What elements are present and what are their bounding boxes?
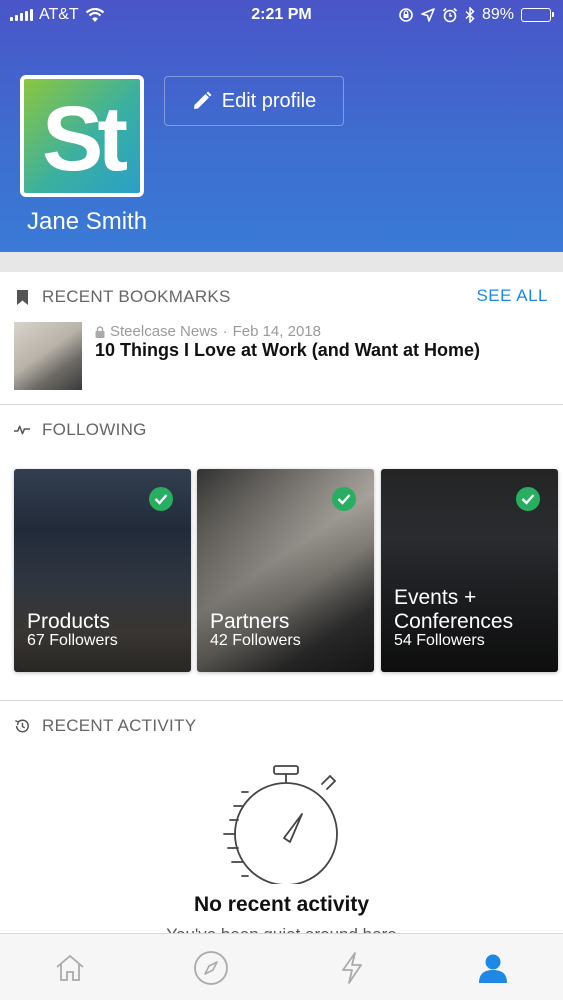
stopwatch-icon bbox=[223, 765, 338, 884]
profile-name: Jane Smith bbox=[27, 208, 148, 235]
card-followers: 54 Followers bbox=[394, 632, 485, 649]
see-all-button[interactable]: SEE ALL bbox=[476, 286, 548, 306]
card-title: Events + Conferences bbox=[394, 586, 513, 634]
lightning-icon bbox=[342, 952, 362, 984]
tab-profile[interactable] bbox=[473, 948, 513, 988]
activity-heading: RECENT ACTIVITY bbox=[42, 716, 197, 735]
following-card-events-conferences[interactable]: Events + Conferences 54 Followers bbox=[381, 469, 558, 672]
card-title: Partners bbox=[210, 610, 290, 633]
battery-percent: 89% bbox=[481, 6, 514, 23]
status-bar: AT&T 2:21 PM 89% bbox=[0, 0, 563, 30]
following-header: FOLLOWING bbox=[0, 405, 563, 455]
check-icon bbox=[332, 487, 356, 511]
profile-header: AT&T 2:21 PM 89% St Edit profile Jane Sm… bbox=[0, 0, 563, 252]
meta-separator: · bbox=[222, 323, 228, 340]
bookmark-thumbnail[interactable] bbox=[14, 322, 82, 390]
card-followers: 67 Followers bbox=[27, 632, 118, 649]
bookmark-meta: Steelcase News · Feb 14, 2018 bbox=[95, 323, 321, 340]
following-heading: FOLLOWING bbox=[42, 420, 147, 439]
bookmarks-heading: RECENT BOOKMARKS bbox=[42, 287, 231, 306]
orientation-lock-icon bbox=[399, 8, 413, 22]
history-icon bbox=[15, 719, 29, 733]
card-title: Products bbox=[27, 610, 110, 633]
location-icon bbox=[421, 8, 435, 22]
edit-profile-button[interactable]: Edit profile bbox=[164, 76, 344, 126]
tab-explore[interactable] bbox=[191, 948, 231, 988]
bookmark-title[interactable]: 10 Things I Love at Work (and Want at Ho… bbox=[95, 340, 480, 361]
profile-icon bbox=[479, 954, 507, 983]
empty-state-title: No recent activity bbox=[193, 893, 370, 916]
home-icon bbox=[56, 954, 84, 981]
section-spacer bbox=[0, 252, 563, 272]
check-icon bbox=[516, 487, 540, 511]
bluetooth-icon bbox=[465, 7, 475, 23]
bookmark-icon bbox=[16, 289, 28, 305]
tab-home[interactable] bbox=[50, 948, 90, 988]
tab-bar bbox=[0, 933, 563, 1000]
alarm-icon bbox=[442, 7, 458, 23]
lock-icon bbox=[95, 325, 105, 338]
card-followers: 42 Followers bbox=[210, 632, 301, 649]
activity-pulse-icon bbox=[14, 425, 30, 435]
following-card-partners[interactable]: Partners 42 Followers bbox=[197, 469, 374, 672]
tab-activity[interactable] bbox=[332, 948, 372, 988]
bookmark-source: Steelcase News bbox=[110, 323, 218, 340]
card-title-line: Events + bbox=[394, 586, 477, 609]
compass-icon bbox=[194, 951, 228, 985]
check-icon bbox=[149, 487, 173, 511]
edit-profile-label: Edit profile bbox=[221, 89, 317, 112]
following-card-products[interactable]: Products 67 Followers bbox=[14, 469, 191, 672]
company-logo: St bbox=[20, 75, 144, 197]
bookmark-date: Feb 14, 2018 bbox=[232, 323, 321, 340]
pencil-icon bbox=[193, 91, 212, 109]
activity-header: RECENT ACTIVITY bbox=[0, 701, 563, 751]
card-title-line: Conferences bbox=[394, 610, 514, 633]
battery-icon bbox=[521, 8, 554, 22]
bookmarks-header: RECENT BOOKMARKS SEE ALL bbox=[0, 272, 563, 322]
